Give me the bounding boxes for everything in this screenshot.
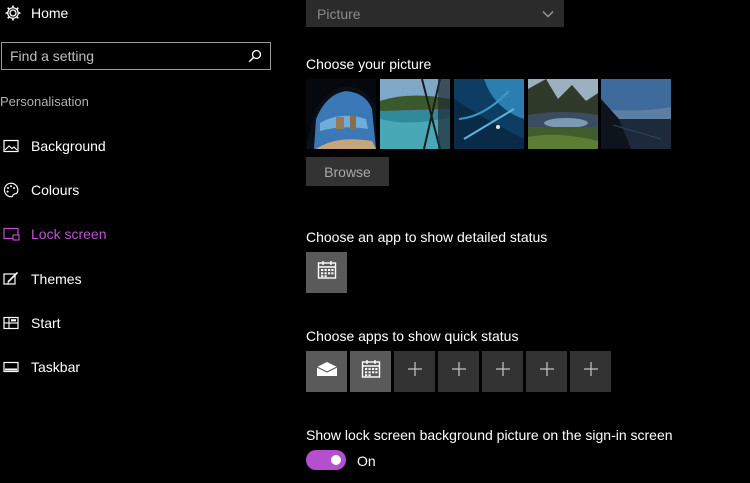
picture-thumbnail[interactable] (380, 79, 450, 149)
detailed-status-heading: Choose an app to show detailed status (306, 229, 548, 245)
sidebar-item-lock-screen[interactable]: Lock screen (0, 222, 280, 246)
picture-thumbnail[interactable] (601, 79, 671, 149)
quick-status-add-button[interactable] (526, 351, 567, 392)
gear-icon (4, 4, 22, 22)
toggle-state-label: On (357, 453, 376, 469)
search-input[interactable]: Find a setting (1, 42, 271, 70)
nav-home[interactable]: Home (0, 0, 280, 26)
sidebar-item-start[interactable]: Start (0, 311, 280, 335)
picture-thumbnail[interactable] (306, 79, 376, 149)
sidebar-item-background[interactable]: Background (0, 134, 280, 158)
calendar-icon (317, 260, 337, 285)
search-placeholder: Find a setting (10, 48, 95, 64)
plus-icon (583, 361, 599, 382)
plus-icon (539, 361, 555, 382)
calendar-icon (361, 359, 381, 384)
start-icon (2, 314, 20, 332)
background-type-dropdown[interactable]: Picture (306, 0, 564, 27)
mail-icon (316, 361, 338, 382)
section-title: Personalisation (0, 94, 89, 109)
sidebar-item-label: Colours (31, 182, 80, 198)
plus-icon (495, 361, 511, 382)
chevron-down-icon (541, 7, 555, 21)
sidebar-item-label: Themes (31, 271, 82, 287)
quick-status-add-button[interactable] (394, 351, 435, 392)
sidebar-item-label: Lock screen (31, 226, 107, 242)
picture-icon (2, 137, 20, 155)
home-label: Home (31, 5, 69, 21)
signin-picture-toggle[interactable] (306, 450, 346, 470)
lock-screen-icon (2, 225, 20, 243)
toggle-knob (331, 455, 341, 465)
plus-icon (407, 361, 423, 382)
dropdown-value: Picture (317, 5, 361, 22)
choose-picture-heading: Choose your picture (306, 56, 432, 72)
search-icon[interactable] (246, 47, 264, 65)
sidebar-item-themes[interactable]: Themes (0, 267, 280, 291)
brush-icon (2, 270, 20, 288)
browse-button[interactable]: Browse (306, 157, 389, 186)
quick-status-add-button[interactable] (570, 351, 611, 392)
sidebar-item-taskbar[interactable]: Taskbar (0, 355, 280, 379)
sidebar-item-label: Start (31, 315, 61, 331)
detailed-status-app-button[interactable] (306, 252, 347, 293)
taskbar-icon (2, 358, 20, 376)
palette-icon (2, 181, 20, 199)
sidebar-item-label: Taskbar (31, 359, 81, 375)
quick-status-add-button[interactable] (438, 351, 479, 392)
picture-thumbnail[interactable] (528, 79, 598, 149)
quick-status-heading: Choose apps to show quick status (306, 328, 519, 344)
quick-status-calendar-button[interactable] (350, 351, 391, 392)
sidebar-item-colours[interactable]: Colours (0, 178, 280, 202)
quick-status-mail-button[interactable] (306, 351, 347, 392)
picture-thumbnail[interactable] (454, 79, 524, 149)
signin-picture-heading: Show lock screen background picture on t… (306, 427, 673, 443)
plus-icon (451, 361, 467, 382)
sidebar-item-label: Background (31, 138, 106, 154)
quick-status-add-button[interactable] (482, 351, 523, 392)
